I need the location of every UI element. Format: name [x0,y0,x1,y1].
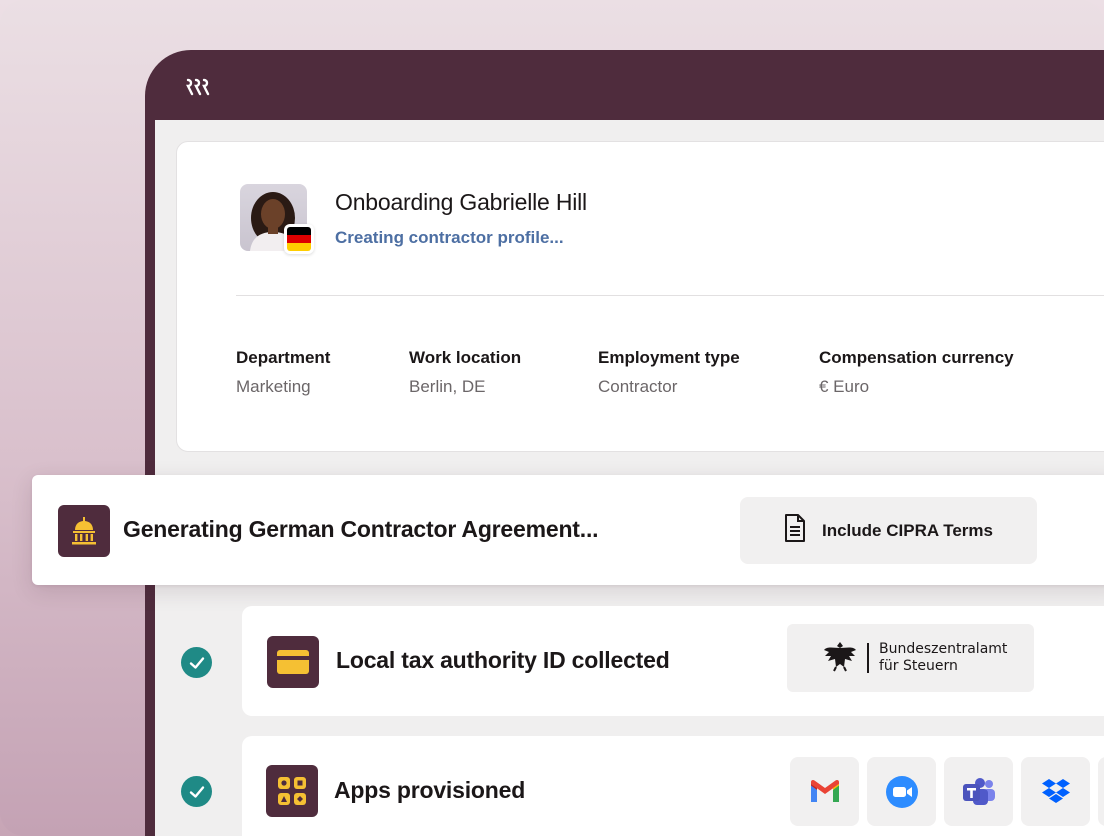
field-label: Compensation currency [819,348,1014,367]
field-value: Marketing [236,377,311,396]
germany-flag-icon [284,224,314,254]
document-icon [784,514,806,547]
check-icon [181,776,212,807]
zoom-icon [867,757,936,826]
field-value: Berlin, DE [409,377,486,396]
apps-grid-icon [266,765,318,817]
row-text: Apps provisioned [334,777,526,803]
button-label: Include CIPRA Terms [822,520,993,540]
bzst-logo: Bundeszentralamt für Steuern [787,624,1034,692]
field-department: Department Marketing [236,348,330,397]
field-label: Work location [409,348,522,367]
field-label: Employment type [598,348,740,367]
page-title: Onboarding Gabrielle Hill [335,189,587,215]
gmail-icon [790,757,859,826]
field-label: Department [236,348,331,367]
field-compensation-currency: Compensation currency € Euro [819,348,1014,397]
banner-text: Generating German Contractor Agreement..… [123,516,599,542]
dropbox-icon [1021,757,1090,826]
eagle-icon [823,640,857,677]
app-logo [186,78,212,96]
id-card-icon [267,636,319,688]
status-text: Creating contractor profile... [335,228,564,247]
field-work-location: Work location Berlin, DE [409,348,521,397]
field-employment-type: Employment type Contractor [598,348,740,397]
field-value: Contractor [598,377,678,396]
divider [236,295,1104,296]
logo-text: Bundeszentralamt für Steuern [879,641,1008,674]
row-text: Local tax authority ID collected [336,647,670,673]
logo-divider [867,643,869,673]
check-icon [181,647,212,678]
teams-icon [944,757,1013,826]
profile-card [176,141,1104,452]
field-value: € Euro [819,377,870,396]
government-building-icon [58,505,110,557]
include-cipra-terms-button[interactable]: Include CIPRA Terms [740,497,1037,564]
more-apps-tile [1098,757,1104,826]
